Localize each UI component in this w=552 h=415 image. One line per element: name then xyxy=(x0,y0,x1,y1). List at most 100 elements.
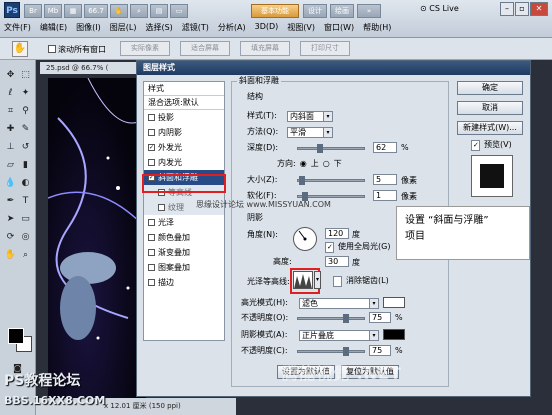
depth-slider[interactable] xyxy=(297,144,365,153)
shadow-color-swatch[interactable] xyxy=(383,329,405,340)
highlight-color-swatch[interactable] xyxy=(383,297,405,308)
menu-select[interactable]: 选择(S) xyxy=(145,22,172,33)
hand-tool-icon-box[interactable]: ✋ xyxy=(3,248,18,262)
slider-thumb[interactable] xyxy=(343,314,349,323)
minibridge-icon[interactable]: Mb xyxy=(44,4,62,18)
crop-tool-icon[interactable]: ⌗ xyxy=(3,104,18,118)
hand-tool-icon[interactable]: ✋ xyxy=(110,4,128,18)
soften-input[interactable]: 1 xyxy=(373,190,397,201)
preview-checkbox[interactable]: ✓ xyxy=(471,139,480,151)
style-checkbox[interactable] xyxy=(148,264,155,271)
style-checkbox[interactable] xyxy=(148,234,155,241)
ok-button[interactable]: 确定 xyxy=(457,81,523,95)
menu-layer[interactable]: 图层(L) xyxy=(110,22,137,33)
extras-icon[interactable]: ▦ xyxy=(64,4,82,18)
workspace-more-button[interactable]: » xyxy=(357,4,381,18)
style-checkbox[interactable]: ✓ xyxy=(148,144,155,151)
bridge-icon[interactable]: Br xyxy=(24,4,42,18)
styles-header[interactable]: 样式 xyxy=(144,82,224,96)
highlight-mode-select[interactable]: 滤色 ▾ xyxy=(299,297,379,309)
size-slider[interactable] xyxy=(297,176,365,185)
menu-analysis[interactable]: 分析(A) xyxy=(218,22,246,33)
pen-tool-icon[interactable]: ✒ xyxy=(3,194,18,208)
style-item-gradient-overlay[interactable]: 渐变叠加 xyxy=(144,245,224,260)
style-checkbox[interactable] xyxy=(158,204,165,211)
style-item-stroke[interactable]: 描边 xyxy=(144,275,224,290)
history-brush-tool-icon[interactable]: ↺ xyxy=(18,140,33,154)
arrange-docs-icon[interactable]: ▤ xyxy=(150,4,168,18)
direction-down-radio[interactable]: ○ xyxy=(323,158,330,170)
menu-3d[interactable]: 3D(D) xyxy=(255,22,279,33)
workspace-design-button[interactable]: 设计 xyxy=(303,4,327,18)
bevel-style-select[interactable]: 内斜面 ▾ xyxy=(287,110,333,122)
angle-dial[interactable] xyxy=(293,227,317,251)
marquee-tool-icon[interactable]: ⬚ xyxy=(18,68,33,82)
style-item-color-overlay[interactable]: 颜色叠加 xyxy=(144,230,224,245)
brush-tool-icon[interactable]: ✎ xyxy=(18,122,33,136)
healing-brush-tool-icon[interactable]: ✚ xyxy=(3,122,18,136)
fit-screen-button[interactable]: 适合屏幕 xyxy=(180,41,230,56)
3d-orbit-tool-icon[interactable]: ◎ xyxy=(18,230,33,244)
actual-pixels-button[interactable]: 实际像素 xyxy=(120,41,170,56)
altitude-input[interactable]: 30 xyxy=(325,256,349,267)
style-item-satin[interactable]: 光泽 xyxy=(144,215,224,230)
dodge-tool-icon[interactable]: ◐ xyxy=(18,176,33,190)
minimize-icon[interactable]: – xyxy=(500,2,514,16)
fill-screen-button[interactable]: 填充屏幕 xyxy=(240,41,290,56)
depth-input[interactable]: 62 xyxy=(373,142,397,153)
cs-live-button[interactable]: ⊙ CS Live xyxy=(420,4,459,13)
zoom-tool-icon-box[interactable]: ⌕ xyxy=(18,248,33,262)
style-checkbox[interactable] xyxy=(148,249,155,256)
shadow-opacity-input[interactable]: 75 xyxy=(369,345,391,356)
move-tool-icon[interactable]: ✥ xyxy=(3,68,18,82)
global-light-checkbox[interactable]: ✓ xyxy=(325,241,334,253)
technique-select[interactable]: 平滑 ▾ xyxy=(287,126,333,138)
menu-file[interactable]: 文件(F) xyxy=(4,22,31,33)
3d-rotate-tool-icon[interactable]: ⟳ xyxy=(3,230,18,244)
new-style-button[interactable]: 新建样式(W)... xyxy=(457,121,523,135)
cancel-button[interactable]: 取消 xyxy=(457,101,523,115)
screen-mode-icon[interactable]: ▭ xyxy=(170,4,188,18)
print-size-button[interactable]: 打印尺寸 xyxy=(300,41,350,56)
blending-options-item[interactable]: 混合选项:默认 xyxy=(144,96,224,110)
menu-image[interactable]: 图像(I) xyxy=(76,22,101,33)
magic-wand-tool-icon[interactable]: ✦ xyxy=(18,86,33,100)
style-checkbox[interactable] xyxy=(148,219,155,226)
zoom-level-icon[interactable]: 66.7 xyxy=(84,4,108,18)
gloss-contour-picker[interactable] xyxy=(293,271,313,289)
menu-filter[interactable]: 滤镜(T) xyxy=(182,22,209,33)
zoom-tool-icon[interactable]: ⌕ xyxy=(130,4,148,18)
foreground-color-swatch[interactable] xyxy=(8,328,24,344)
angle-input[interactable]: 120 xyxy=(325,228,349,239)
blur-tool-icon[interactable]: 💧 xyxy=(3,176,18,190)
slider-thumb[interactable] xyxy=(317,144,323,153)
menu-window[interactable]: 窗口(W) xyxy=(324,22,354,33)
workspace-essentials-button[interactable]: 基本功能 xyxy=(251,4,299,18)
style-item-outer-glow[interactable]: ✓ 外发光 xyxy=(144,140,224,155)
clone-stamp-tool-icon[interactable]: ⊥ xyxy=(3,140,18,154)
close-icon[interactable]: ✕ xyxy=(530,2,548,16)
scroll-all-windows-checkbox[interactable] xyxy=(48,45,56,53)
eyedropper-tool-icon[interactable]: ⚲ xyxy=(18,104,33,118)
slider-thumb[interactable] xyxy=(343,347,349,356)
eraser-tool-icon[interactable]: ▱ xyxy=(3,158,18,172)
shadow-mode-select[interactable]: 正片叠底 ▾ xyxy=(299,329,379,341)
menu-edit[interactable]: 编辑(E) xyxy=(40,22,67,33)
size-input[interactable]: 5 xyxy=(373,174,397,185)
shape-tool-icon[interactable]: ▭ xyxy=(18,212,33,226)
lasso-tool-icon[interactable]: ℓ xyxy=(3,86,18,100)
style-item-drop-shadow[interactable]: 投影 xyxy=(144,110,224,125)
type-tool-icon[interactable]: T xyxy=(18,194,33,208)
document-artwork[interactable] xyxy=(48,78,146,398)
chevron-down-icon[interactable]: ▾ xyxy=(314,271,321,289)
style-item-pattern-overlay[interactable]: 图案叠加 xyxy=(144,260,224,275)
style-checkbox[interactable] xyxy=(148,279,155,286)
highlight-opacity-slider[interactable] xyxy=(297,314,365,323)
slider-thumb[interactable] xyxy=(299,176,305,185)
style-checkbox[interactable] xyxy=(148,129,155,136)
style-item-inner-glow[interactable]: 内发光 xyxy=(144,155,224,170)
menu-view[interactable]: 视图(V) xyxy=(287,22,315,33)
workspace-painting-button[interactable]: 绘画 xyxy=(330,4,354,18)
document-tab[interactable]: 25.psd @ 66.7% ( xyxy=(40,62,140,74)
menu-help[interactable]: 帮助(H) xyxy=(363,22,391,33)
